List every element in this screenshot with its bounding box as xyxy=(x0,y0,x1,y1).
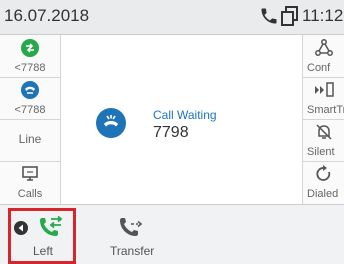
line-key-1-label: <7788 xyxy=(14,62,46,74)
green-call-icon xyxy=(20,38,40,63)
line-key-1[interactable]: <7788 xyxy=(0,35,60,78)
call-area: Call Waiting 7798 xyxy=(61,35,302,204)
line-key-2[interactable]: <7788 xyxy=(0,77,60,120)
call-status: Call Waiting xyxy=(153,108,217,122)
blue-hold-call-icon xyxy=(20,80,40,105)
monitor-icon xyxy=(20,164,40,189)
conf-key[interactable]: Conf xyxy=(303,35,344,78)
transfer-call-icon[interactable] xyxy=(118,215,144,244)
silent-key[interactable]: Silent xyxy=(303,119,344,162)
copy-icon xyxy=(281,6,299,31)
conf-key-label: Conf xyxy=(307,62,331,74)
left-label[interactable]: Left xyxy=(33,244,53,258)
switch-call-icon[interactable] xyxy=(38,215,64,244)
left-arrow-icon[interactable] xyxy=(14,221,28,240)
line-key-3[interactable]: Line xyxy=(0,119,60,162)
calls-key[interactable]: Calls xyxy=(0,161,60,203)
line-key-3-label: Line xyxy=(18,132,42,146)
transfer-label[interactable]: Transfer xyxy=(110,244,154,258)
calls-key-label: Calls xyxy=(17,188,43,200)
bell-off-icon xyxy=(314,122,334,147)
dialed-key-label: Dialed xyxy=(307,188,339,200)
status-date: 16.07.2018 xyxy=(4,6,90,25)
dialed-key[interactable]: Dialed xyxy=(303,161,344,203)
status-bar: 16.07.2018 11:12 xyxy=(0,0,344,35)
incoming-call-icon xyxy=(104,115,118,127)
call-number: 7798 xyxy=(153,124,189,141)
smart-transfer-key[interactable]: SmartTr xyxy=(303,77,344,120)
left-softkey-column: <7788 <7788 Line Calls xyxy=(0,35,61,204)
line-key-2-label: <7788 xyxy=(14,104,46,116)
status-time: 11:12 xyxy=(302,6,344,25)
call-waiting-avatar xyxy=(96,108,126,138)
bottom-softkey-bar: Left Transfer xyxy=(0,204,344,264)
silent-key-label: Silent xyxy=(307,146,335,158)
right-softkey-column: Conf SmartTr Silent Dialed xyxy=(302,35,344,204)
phone-icon xyxy=(259,6,279,31)
conference-icon xyxy=(314,38,334,63)
redial-icon xyxy=(314,164,334,189)
smart-transfer-icon xyxy=(313,80,335,105)
smart-transfer-key-label: SmartTr xyxy=(307,104,344,116)
